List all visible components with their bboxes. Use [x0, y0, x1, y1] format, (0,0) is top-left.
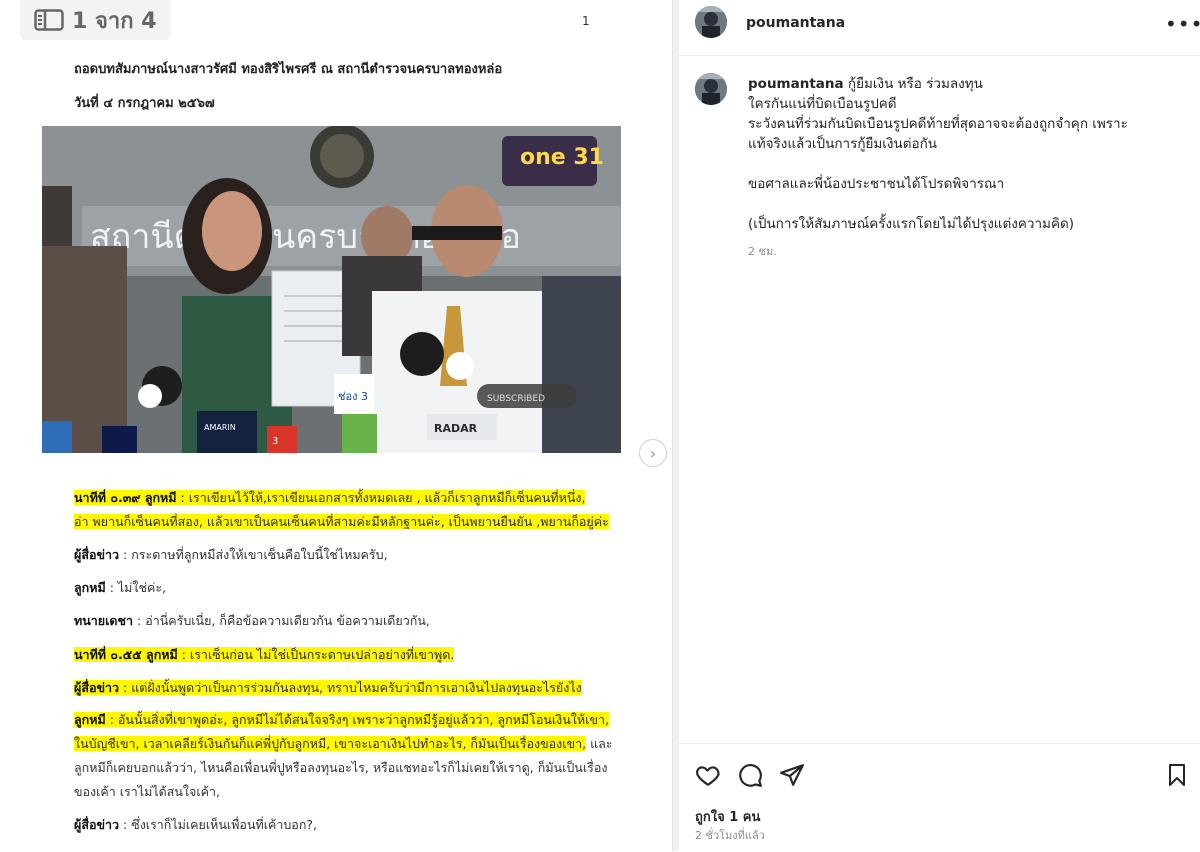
transcript-paragraph: ทนายเดชา : อ่านี่ครับเนี่ย, ก็คือข้อความ… — [74, 609, 430, 633]
caption-line: กู้ยืมเงิน หรือ ร่วมลงทุน — [847, 76, 983, 92]
post-timestamp: 2 ชั่วโมงที่แล้ว — [695, 829, 765, 842]
caption-avatar[interactable] — [695, 73, 727, 105]
transcript-line: และ — [590, 736, 613, 751]
next-page-button[interactable]: › — [639, 439, 667, 467]
transcript-paragraph: ลูกหมี : อันนั้นสิ่งที่เขาพูดอ่ะ, ลูกหมี… — [74, 708, 613, 804]
post-header: poumantana ••• — [679, 0, 1200, 56]
transcript-line: : เราเซ็นก่อน ไม่ใช่เป็นกระดาษเปล่าอย่าง… — [181, 647, 455, 662]
transcript-line: : อ่านี่ครับเนี่ย, ก็คือข้อความเดียวกัน … — [137, 613, 430, 628]
transcript-line: : กระดาษที่ลูกหมีส่งให้เขาเซ็นคือใบนี้ใช… — [123, 547, 388, 562]
press-photo: สถานีตำรวจนครบาลทองหล่อ one 31 SUBSCRIBE… — [42, 126, 621, 453]
transcript-line: : แต่ฝั่งนั้นพูดว่าเป็นการร่วมกันลงทุน, … — [123, 680, 582, 695]
page-indicator[interactable]: 1 จาก 4 — [20, 0, 171, 40]
transcript-line: : ไม่ใช่ค่ะ, — [109, 580, 167, 595]
more-options-icon[interactable]: ••• — [1165, 12, 1200, 36]
mic-label-radar: RADAR — [434, 422, 478, 435]
avatar[interactable] — [695, 6, 727, 38]
speaker-label: นาทีที่ ๐.๕๕ ลูกหมี — [74, 647, 178, 662]
caption-username[interactable]: poumantana — [748, 76, 844, 92]
speaker-label: ผู้สื่อข่าว — [74, 680, 120, 695]
chevron-right-icon: › — [649, 443, 657, 463]
caption-timestamp: 2 ชม. — [748, 245, 777, 258]
post-caption: poumantana กู้ยืมเงิน หรือ ร่วมลงทุน ใคร… — [748, 74, 1188, 234]
transcript-line: : อันนั้นสิ่งที่เขาพูดอ่ะ, ลูกหมีไม่ได้ส… — [109, 712, 609, 727]
mic-label-ch3: ช่อง 3 — [338, 390, 368, 403]
page-indicator-label: 1 จาก 4 — [72, 8, 157, 34]
bookmark-icon[interactable] — [1165, 762, 1189, 788]
caption-line: (เป็นการให้สัมภาษณ์ครั้งแรกโดยไม่ได้ปรุง… — [748, 216, 1075, 232]
document-date: วันที่ ๔ กรกฎาคม ๒๕๖๗ — [74, 96, 215, 111]
caption-line: ขอศาลและพี่น้องประชาชนได้โปรดพิจารณา — [748, 176, 1005, 192]
transcript-paragraph: ผู้สื่อข่าว : แต่ฝั่งนั้นพูดว่าเป็นการร่… — [74, 676, 582, 700]
channel-logo: one 31 — [520, 145, 604, 170]
speaker-label: ลูกหมี — [74, 712, 106, 727]
speaker-label: ผู้สื่อข่าว — [74, 817, 120, 832]
speaker-label: นาทีที่ ๐.๓๙ ลูกหมี — [74, 490, 177, 505]
post-panel: poumantana ••• poumantana กู้ยืมเงิน หรื… — [679, 0, 1200, 851]
transcript-line: ลูกหมีก็เคยบอกแล้วว่า, ไหนคือเพื่อนพี่ปู… — [74, 760, 608, 775]
sidebar-toggle-icon[interactable] — [34, 9, 64, 31]
subscribed-label: SUBSCRIBED — [487, 394, 545, 404]
post-username[interactable]: poumantana — [746, 15, 845, 31]
document-viewer: 1 จาก 4 1 ถอดบทสัมภาษณ์นางสาวรัศมี ทองสิ… — [0, 0, 672, 851]
mic-label-amarin: AMARIN — [204, 423, 236, 432]
transcript-line: : ซึ่งเราก็ไม่เคยเห็นเพื่อนที่เค้าบอก?, — [123, 817, 317, 832]
transcript-paragraph: ลูกหมี : ไม่ใช่ค่ะ, — [74, 576, 166, 600]
transcript-paragraph: นาทีที่ ๐.๕๕ ลูกหมี : เราเซ็นก่อน ไม่ใช่… — [74, 643, 455, 667]
comment-icon[interactable] — [737, 762, 763, 788]
transcript-line: อ่า พยานก็เซ็นคนที่สอง, แล้วเขาเป็นคนเซ็… — [74, 514, 609, 529]
transcript-line: : เราเขียนไว้ให้,เราเขียนเอกสารทั้งหมดเล… — [180, 490, 586, 505]
caption-line: ระวังคนที่ร่วมกันบิดเบือนรูปคดีท้ายที่สุ… — [748, 116, 1128, 132]
transcript-paragraph: ผู้สื่อข่าว : ซึ่งเราก็ไม่เคยเห็นเพื่อนท… — [74, 813, 317, 837]
document-title: ถอดบทสัมภาษณ์นางสาวรัศมี ทองสิริไพรศรี ณ… — [74, 62, 503, 77]
speaker-label: ลูกหมี — [74, 580, 106, 595]
transcript-line: ของเค้า เราไม่ได้สนใจเค้า, — [74, 784, 220, 799]
caption-line: แท้จริงแล้วเป็นการกู้ยืมเงินต่อกัน — [748, 136, 938, 152]
post-actions-bar: ถูกใจ 1 คน 2 ชั่วโมงที่แล้ว — [679, 743, 1200, 852]
likes-count[interactable]: ถูกใจ 1 คน — [695, 806, 760, 827]
transcript-paragraph: นาทีที่ ๐.๓๙ ลูกหมี : เราเขียนไว้ให้,เรา… — [74, 486, 609, 534]
transcript-paragraph: ผู้สื่อข่าว : กระดาษที่ลูกหมีส่งให้เขาเซ… — [74, 543, 388, 567]
like-heart-icon[interactable] — [695, 762, 721, 788]
mic-label-3: 3 — [272, 436, 278, 447]
transcript-line: ในบัญชีเขา, เวลาเคลียร์เงินกันก็แค่พี่ปู… — [74, 736, 587, 751]
speaker-label: ทนายเดชา — [74, 613, 134, 628]
speaker-label: ผู้สื่อข่าว — [74, 547, 120, 562]
page-number: 1 — [582, 14, 590, 28]
caption-line: ใครกันแน่ที่บิดเบือนรูปคดี — [748, 96, 897, 112]
share-icon[interactable] — [779, 762, 805, 788]
